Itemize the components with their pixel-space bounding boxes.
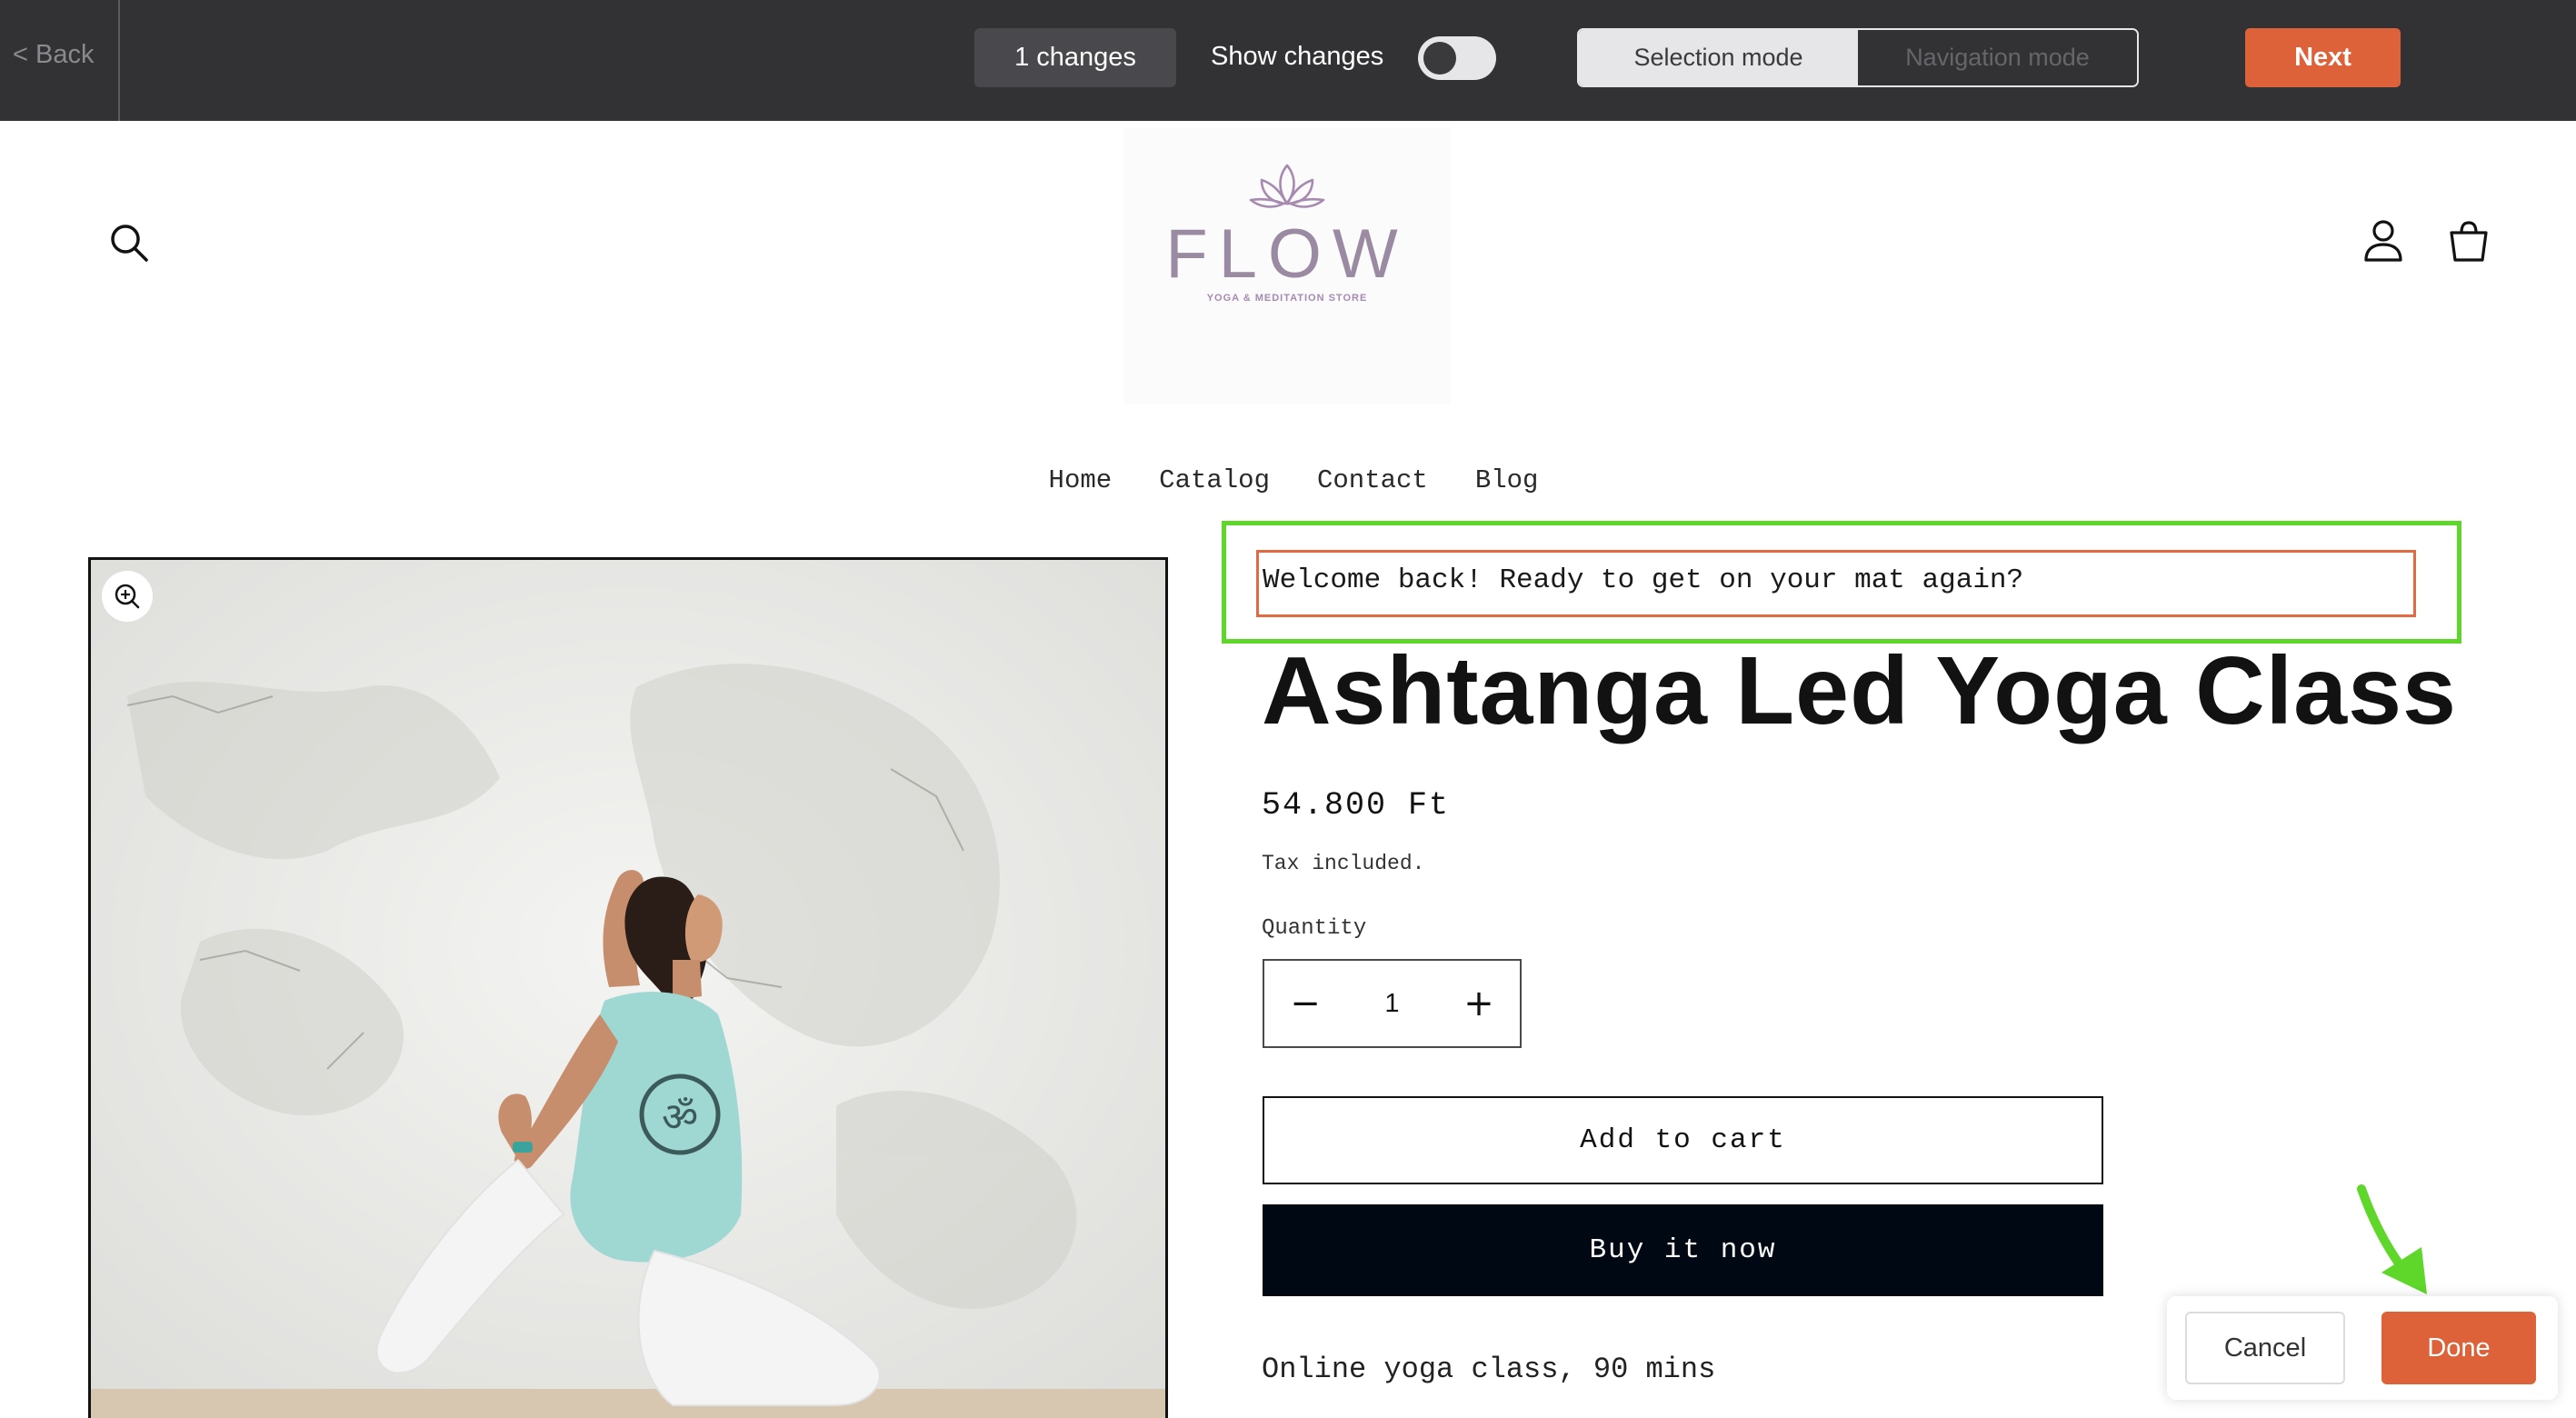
quantity-input[interactable]: 1 [1346,961,1438,1046]
store-logo[interactable]: FLOW YOGA & MEDITATION STORE [1123,127,1451,404]
done-button[interactable]: Done [2381,1312,2536,1384]
product-price: 54.800 Ft [1262,787,1451,824]
toggle-knob [1423,42,1456,75]
back-link[interactable]: < Back [13,40,94,70]
svg-text:ॐ: ॐ [662,1094,698,1141]
selection-mode-tab[interactable]: Selection mode [1579,30,1858,85]
yoga-pose-photo: ॐ [91,560,1165,1418]
editor-toolbar: < Back 1 changes Show changes Selection … [0,0,2576,121]
nav-item-catalog[interactable]: Catalog [1159,465,1270,495]
logo-wordmark: FLOW [1165,215,1409,293]
welcome-message[interactable]: Welcome back! Ready to get on your mat a… [1263,564,2023,596]
tax-note: Tax included. [1262,852,1425,875]
account-icon[interactable] [2363,218,2403,264]
zoom-icon[interactable] [102,571,153,622]
arrow-down-icon [2357,1184,2427,1294]
cart-icon[interactable] [2448,220,2490,264]
navigation-mode-tab[interactable]: Navigation mode [1858,30,2137,85]
product-image[interactable]: ॐ [88,557,1168,1418]
next-button[interactable]: Next [2245,28,2401,87]
product-description: Online yoga class, 90 mins [1262,1353,1716,1386]
product-title: Ashtanga Led Yoga Class [1262,637,2457,744]
mode-switch: Selection mode Navigation mode [1577,28,2139,87]
decrease-quantity-button[interactable]: − [1264,961,1346,1046]
logo-tagline: YOGA & MEDITATION STORE [1206,293,1368,304]
increase-quantity-button[interactable]: + [1438,961,1520,1046]
quantity-stepper: − 1 + [1263,959,1522,1048]
nav-item-home[interactable]: Home [1049,465,1113,495]
toolbar-divider [118,0,120,121]
show-changes-toggle[interactable] [1418,36,1496,80]
main-nav: Home Catalog Contact Blog [0,465,2576,495]
lotus-icon [1249,164,1325,208]
add-to-cart-button[interactable]: Add to cart [1263,1096,2103,1184]
cancel-button[interactable]: Cancel [2185,1312,2345,1384]
nav-item-blog[interactable]: Blog [1475,465,1539,495]
show-changes-label: Show changes [1211,42,1384,71]
changes-count-badge[interactable]: 1 changes [974,28,1176,87]
buy-it-now-button[interactable]: Buy it now [1263,1204,2103,1296]
search-icon[interactable] [107,220,153,265]
nav-item-contact[interactable]: Contact [1317,465,1428,495]
quantity-label: Quantity [1262,916,1367,941]
